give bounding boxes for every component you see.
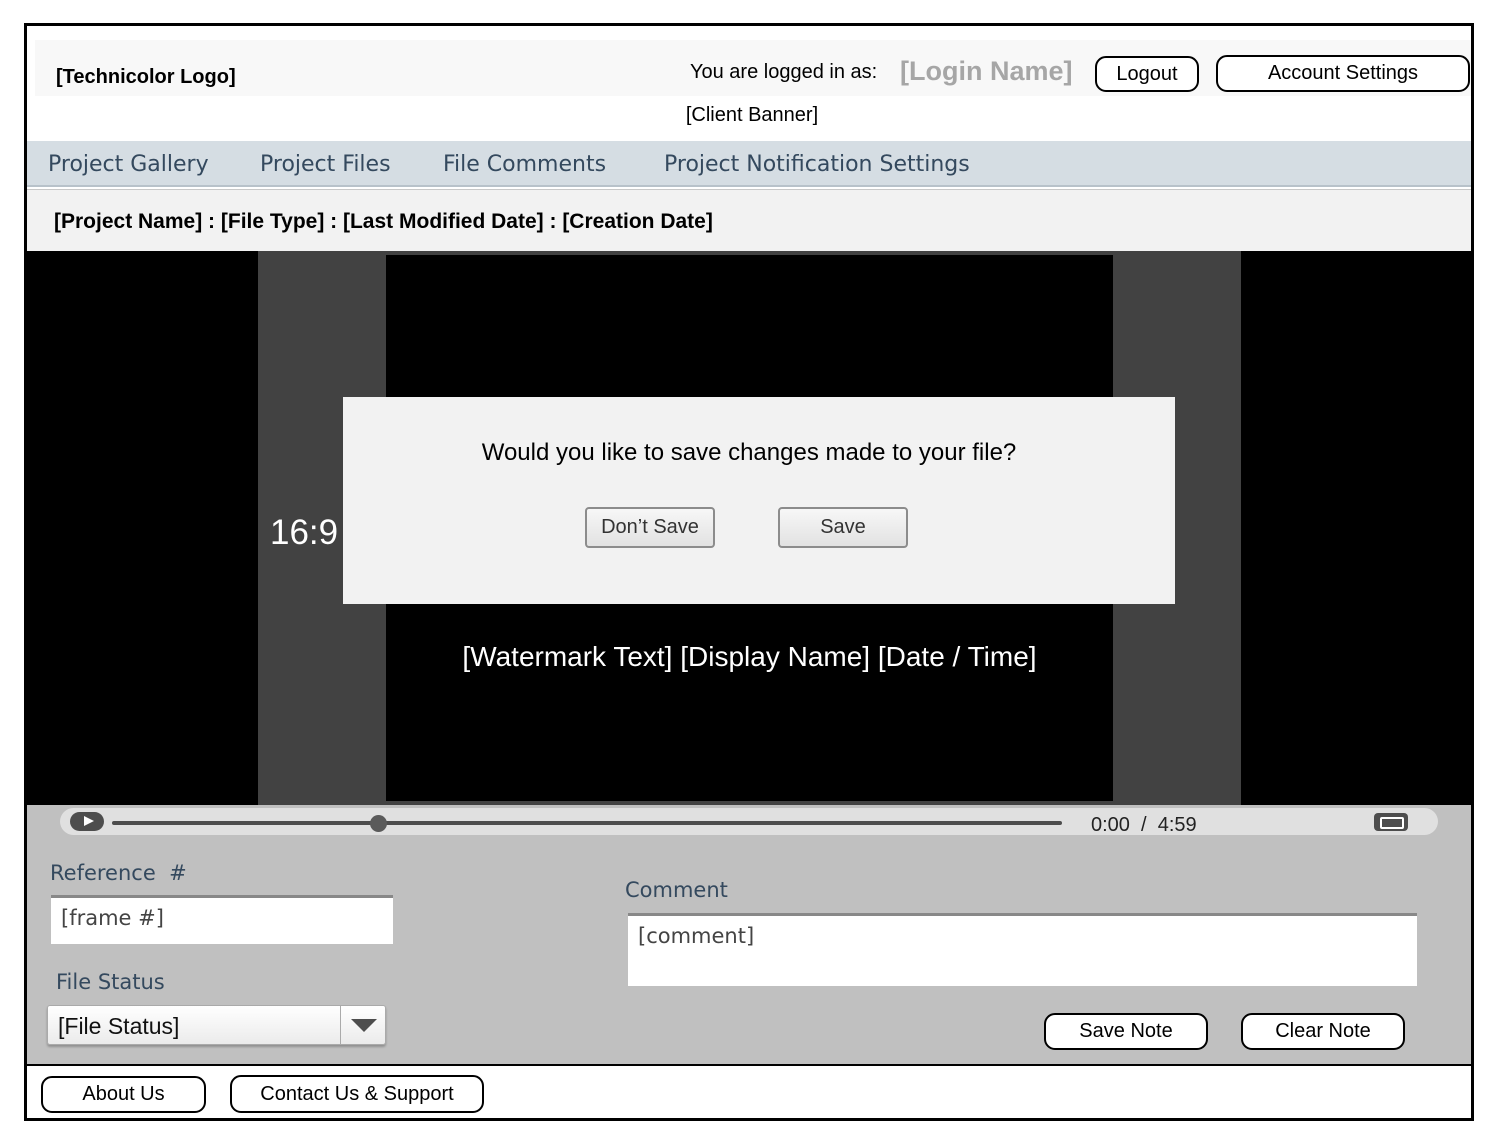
annotation-panel: 0:00 / 4:59 Reference # [frame #] File S… [27,805,1471,1066]
nav-project-gallery[interactable]: Project Gallery [48,152,209,177]
save-button[interactable]: Save [778,507,908,548]
main-nav: Project Gallery Project Files File Comme… [27,141,1471,187]
save-changes-dialog: Would you like to save changes made to y… [343,397,1175,604]
play-icon[interactable] [70,812,104,831]
nav-file-comments[interactable]: File Comments [443,152,606,177]
comment-label: Comment [625,878,728,902]
about-us-button[interactable]: About Us [41,1076,206,1113]
aspect-ratio-label: 16:9 [270,513,339,552]
technicolor-logo: [Technicolor Logo] [56,66,236,88]
nav-project-notification-settings[interactable]: Project Notification Settings [664,152,970,177]
fullscreen-icon[interactable] [1374,813,1408,831]
file-status-value: [File Status] [58,1013,180,1039]
dont-save-button[interactable]: Don’t Save [585,507,715,548]
chevron-down-icon [351,1019,377,1032]
file-status-label: File Status [56,970,165,994]
reference-label: Reference # [50,861,187,885]
contact-support-button[interactable]: Contact Us & Support [230,1075,484,1113]
watermark-text: [Watermark Text] [Display Name] [Date / … [462,641,1037,672]
login-name: [Login Name] [900,56,1073,86]
logged-in-label: You are logged in as: [690,61,878,83]
clear-note-button[interactable]: Clear Note [1241,1013,1405,1050]
video-player[interactable]: 16:9 [Watermark Text] [Display Name] [Da… [27,251,1471,805]
file-status-select[interactable]: [File Status] [47,1005,386,1045]
top-bar: [Technicolor Logo] You are logged in as:… [35,40,1471,96]
client-banner: [Client Banner] [685,104,819,126]
seek-track[interactable] [112,815,1062,832]
file-meta-bar: [Project Name] : [File Type] : [Last Mod… [27,189,1471,251]
save-note-button[interactable]: Save Note [1044,1013,1208,1050]
logout-button[interactable]: Logout [1095,56,1199,92]
seek-handle[interactable] [370,815,387,832]
file-meta: [Project Name] : [File Type] : [Last Mod… [54,210,713,233]
time-display: 0:00 / 4:59 [1091,814,1197,836]
nav-project-files[interactable]: Project Files [260,152,391,177]
comment-input[interactable]: [comment] [628,913,1417,986]
frame-number-input[interactable]: [frame #] [51,895,393,944]
current-time: 0:00 [1091,814,1130,836]
dialog-message: Would you like to save changes made to y… [481,439,1017,466]
account-settings-button[interactable]: Account Settings [1216,55,1470,92]
duration: 4:59 [1157,814,1197,836]
app-window: [Technicolor Logo] You are logged in as:… [24,23,1474,1121]
dropdown-toggle[interactable] [340,1006,386,1044]
player-controls: 0:00 / 4:59 [60,808,1438,836]
